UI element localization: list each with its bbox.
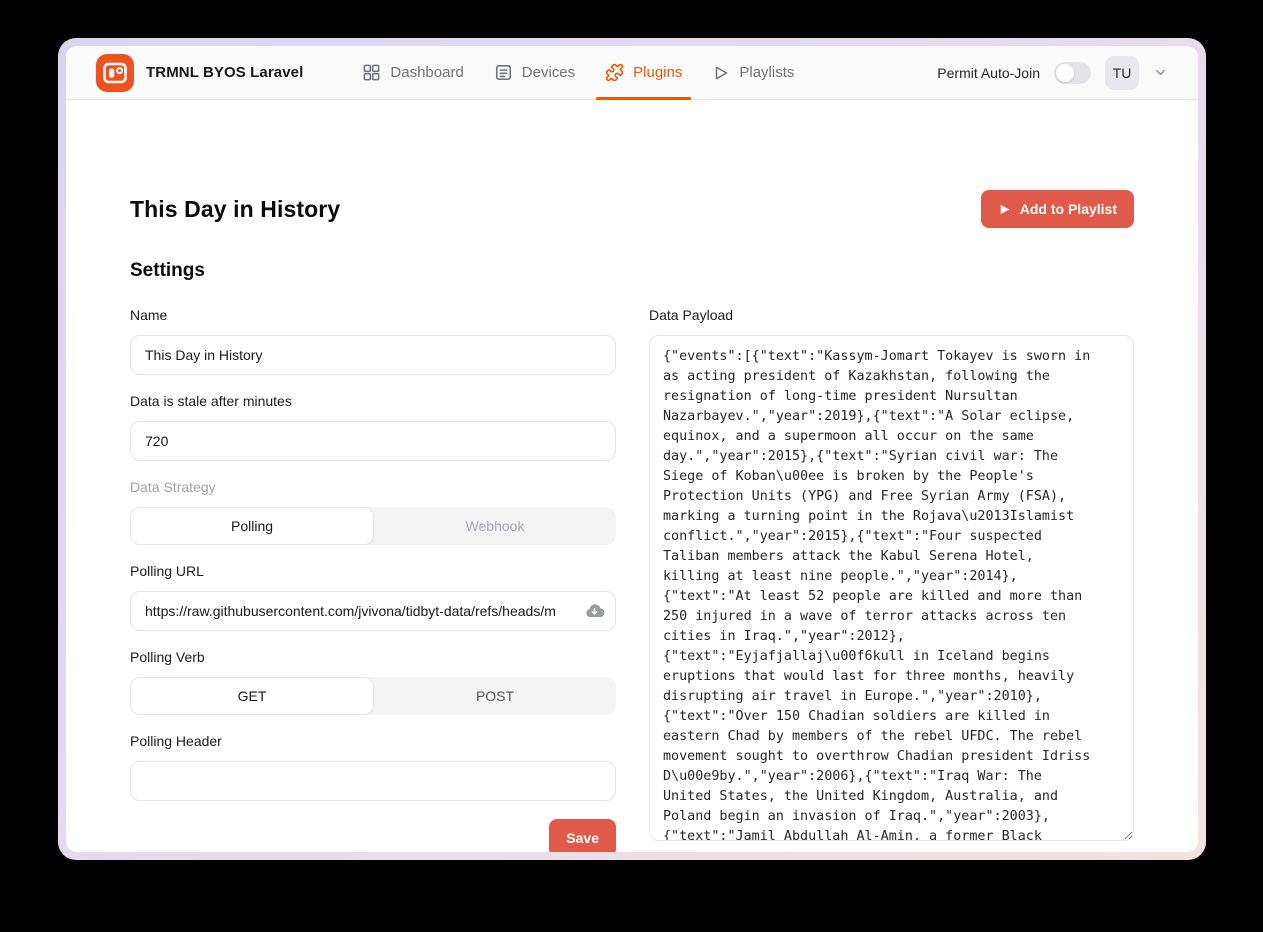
data-strategy-label: Data Strategy xyxy=(130,479,616,495)
stale-label: Data is stale after minutes xyxy=(130,393,616,409)
page-header: This Day in History Add to Playlist xyxy=(130,190,1134,228)
screenshot-stage: TRMNL BYOS Laravel Dashboard xyxy=(0,0,1263,932)
grid-icon xyxy=(362,63,381,82)
data-strategy-option-webhook[interactable]: Webhook xyxy=(374,507,616,545)
polling-header-group: Polling Header xyxy=(130,733,616,801)
play-icon xyxy=(998,203,1011,216)
data-strategy-group: Data Strategy Polling Webhook xyxy=(130,479,616,545)
navbar-right: Permit Auto-Join TU xyxy=(937,46,1168,99)
nav-items: Dashboard Devices xyxy=(347,46,809,99)
nav-item-label: Devices xyxy=(522,64,575,81)
polling-header-label: Polling Header xyxy=(130,733,616,749)
app-window-inner: TRMNL BYOS Laravel Dashboard xyxy=(66,46,1198,852)
page-title: This Day in History xyxy=(130,196,340,223)
save-row: Save xyxy=(130,819,616,852)
brand-title: TRMNL BYOS Laravel xyxy=(146,64,303,81)
name-label: Name xyxy=(130,307,616,323)
polling-verb-option-post[interactable]: POST xyxy=(374,677,616,715)
polling-verb-segmented: GET POST xyxy=(130,677,616,715)
settings-form: Name Data is stale after minutes Data St… xyxy=(130,307,616,852)
play-outline-icon xyxy=(712,64,730,82)
payload-column: Data Payload xyxy=(649,307,1134,852)
nav-item-label: Dashboard xyxy=(390,64,463,81)
polling-header-input[interactable] xyxy=(130,761,616,801)
add-to-playlist-label: Add to Playlist xyxy=(1020,201,1117,217)
avatar[interactable]: TU xyxy=(1105,56,1139,90)
app-window: TRMNL BYOS Laravel Dashboard xyxy=(58,38,1206,860)
name-input[interactable] xyxy=(130,335,616,375)
data-strategy-option-polling[interactable]: Polling xyxy=(130,507,374,545)
nav-item-label: Plugins xyxy=(633,64,682,81)
polling-verb-group: Polling Verb GET POST xyxy=(130,649,616,715)
polling-url-wrap xyxy=(130,591,616,631)
puzzle-icon xyxy=(605,63,624,82)
navbar-brand-group: TRMNL BYOS Laravel xyxy=(96,46,303,99)
polling-verb-label: Polling Verb xyxy=(130,649,616,665)
trmnl-logo-icon[interactable] xyxy=(96,54,134,92)
stale-field-group: Data is stale after minutes xyxy=(130,393,616,461)
data-payload-label: Data Payload xyxy=(649,307,1134,323)
nav-item-playlists[interactable]: Playlists xyxy=(697,46,809,99)
save-button[interactable]: Save xyxy=(549,819,616,852)
polling-url-input[interactable] xyxy=(130,591,616,631)
settings-grid: Name Data is stale after minutes Data St… xyxy=(130,307,1134,852)
polling-verb-option-get[interactable]: GET xyxy=(130,677,374,715)
add-to-playlist-button[interactable]: Add to Playlist xyxy=(981,190,1134,228)
nav-item-plugins[interactable]: Plugins xyxy=(590,46,697,99)
nav-item-label: Playlists xyxy=(739,64,794,81)
settings-heading: Settings xyxy=(130,260,1134,282)
permit-auto-join-toggle[interactable] xyxy=(1054,62,1091,84)
name-field-group: Name xyxy=(130,307,616,375)
chevron-down-icon[interactable] xyxy=(1153,65,1168,80)
polling-url-label: Polling URL xyxy=(130,563,616,579)
cloud-download-icon[interactable] xyxy=(584,601,605,622)
main-content: This Day in History Add to Playlist Sett… xyxy=(66,100,1198,852)
permit-auto-join-label: Permit Auto-Join xyxy=(937,65,1040,81)
data-payload-textarea[interactable] xyxy=(649,335,1134,841)
device-list-icon xyxy=(494,63,513,82)
polling-url-group: Polling URL xyxy=(130,563,616,631)
nav-item-dashboard[interactable]: Dashboard xyxy=(347,46,478,99)
nav-item-devices[interactable]: Devices xyxy=(479,46,590,99)
navbar: TRMNL BYOS Laravel Dashboard xyxy=(66,46,1198,100)
stale-minutes-input[interactable] xyxy=(130,421,616,461)
data-strategy-segmented: Polling Webhook xyxy=(130,507,616,545)
toggle-knob xyxy=(1056,64,1074,82)
